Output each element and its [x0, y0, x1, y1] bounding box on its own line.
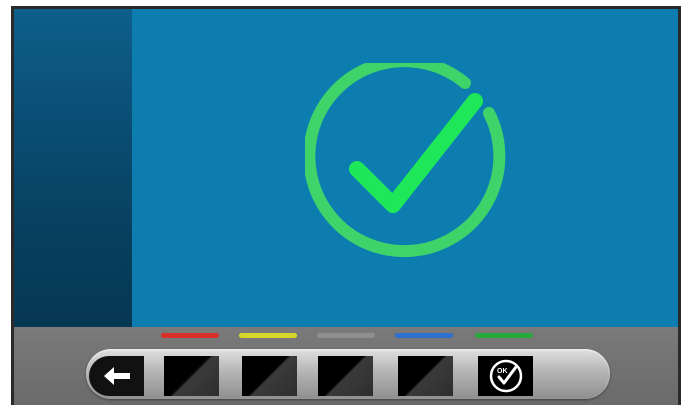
ok-check-icon: OK [489, 359, 522, 393]
blank-key-icon [164, 356, 219, 396]
soft-key-1[interactable] [164, 356, 219, 396]
back-arrow-icon [103, 367, 130, 385]
bottom-toolbar: OK [14, 327, 678, 405]
main-content-area [132, 9, 678, 327]
device-display: OK [0, 0, 689, 405]
ok-button[interactable]: OK [478, 356, 533, 396]
back-button[interactable] [89, 356, 144, 396]
yellow-key-indicator [239, 333, 297, 338]
red-key-indicator [161, 333, 219, 338]
blue-key-indicator [395, 333, 453, 338]
left-side-panel [14, 9, 132, 327]
blank-key-icon [242, 356, 297, 396]
green-key-indicator [475, 333, 533, 338]
ok-label: OK [497, 368, 508, 375]
soft-key-3[interactable] [318, 356, 373, 396]
gray-key-indicator [317, 333, 375, 338]
screen-frame: OK [11, 6, 681, 405]
soft-key-2[interactable] [242, 356, 297, 396]
softkey-rail: OK [86, 349, 610, 399]
check-circle-icon [305, 63, 506, 258]
blank-key-icon [318, 356, 373, 396]
soft-key-4[interactable] [398, 356, 453, 396]
blank-key-icon [398, 356, 453, 396]
